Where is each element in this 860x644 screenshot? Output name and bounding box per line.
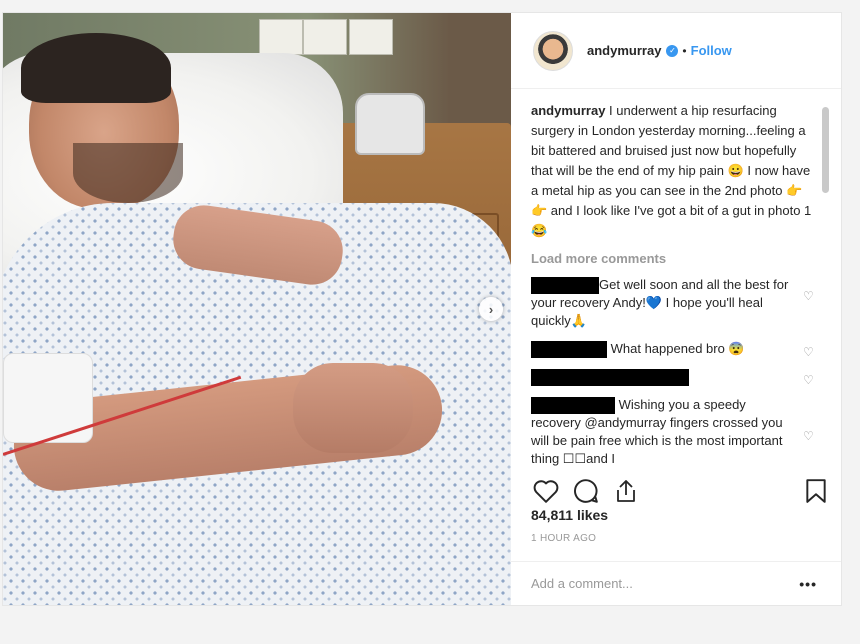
comment-item: Get well soon and all the best for your …	[531, 276, 823, 330]
beard	[73, 143, 183, 203]
post-photo[interactable]: ›	[3, 13, 511, 605]
post-sidebar: andymurray ✓ • Follow andymurray I under…	[511, 13, 841, 605]
redacted-username	[531, 341, 607, 359]
caption-text: I underwent a hip resurfacing surgery in…	[531, 103, 812, 238]
comment-item: What happened bro 😨 ♡	[531, 340, 823, 359]
heart-icon[interactable]: ♡	[803, 374, 815, 386]
add-comment-row: •••	[511, 561, 841, 605]
verified-badge-icon: ✓	[666, 44, 679, 57]
comment-icon	[574, 479, 598, 503]
action-bar	[531, 471, 831, 511]
telephone	[355, 93, 425, 155]
redacted-username	[531, 277, 599, 295]
caption-username[interactable]: andymurray	[531, 103, 605, 118]
wall-outlet	[259, 19, 303, 55]
next-photo-button[interactable]: ›	[479, 297, 503, 321]
add-comment-input[interactable]	[531, 576, 781, 591]
follow-button[interactable]: Follow	[691, 43, 732, 58]
username-link[interactable]: andymurray	[587, 43, 661, 58]
caption: andymurray I underwent a hip resurfacing…	[531, 101, 823, 241]
hair	[21, 33, 171, 103]
comment-item: ♡	[531, 368, 823, 387]
like-button[interactable]	[531, 476, 561, 506]
likes-count[interactable]: 84,811 likes	[531, 507, 608, 523]
heart-icon	[533, 480, 559, 503]
comment-item: Wishing you a speedy recovery @andymurra…	[531, 396, 823, 468]
heart-icon[interactable]: ♡	[803, 290, 815, 302]
bookmark-icon	[806, 479, 826, 503]
heart-icon[interactable]: ♡	[803, 430, 815, 442]
instagram-post: › andymurray ✓ • Follow andymurray I und…	[2, 12, 842, 606]
chevron-right-icon: ›	[488, 301, 494, 317]
redacted-username	[531, 369, 689, 387]
comments-list[interactable]: andymurray I underwent a hip resurfacing…	[511, 101, 823, 475]
save-button[interactable]	[801, 476, 831, 506]
post-timestamp[interactable]: 1 HOUR AGO	[531, 533, 596, 544]
redacted-username	[531, 397, 615, 415]
hand	[293, 363, 413, 453]
comments-scrollbar[interactable]	[822, 107, 829, 193]
share-icon	[617, 480, 635, 502]
comment-button[interactable]	[571, 476, 601, 506]
heart-icon[interactable]: ♡	[803, 346, 815, 358]
post-header: andymurray ✓ • Follow	[511, 13, 841, 89]
avatar[interactable]	[533, 30, 573, 71]
wall-outlet	[349, 19, 393, 55]
comment-text: What happened bro 😨	[610, 341, 745, 357]
more-options-button[interactable]: •••	[799, 576, 817, 592]
share-button[interactable]	[611, 476, 641, 506]
load-more-comments[interactable]: Load more comments	[531, 251, 823, 266]
separator-dot: •	[682, 43, 687, 58]
wall-outlet	[303, 19, 347, 55]
